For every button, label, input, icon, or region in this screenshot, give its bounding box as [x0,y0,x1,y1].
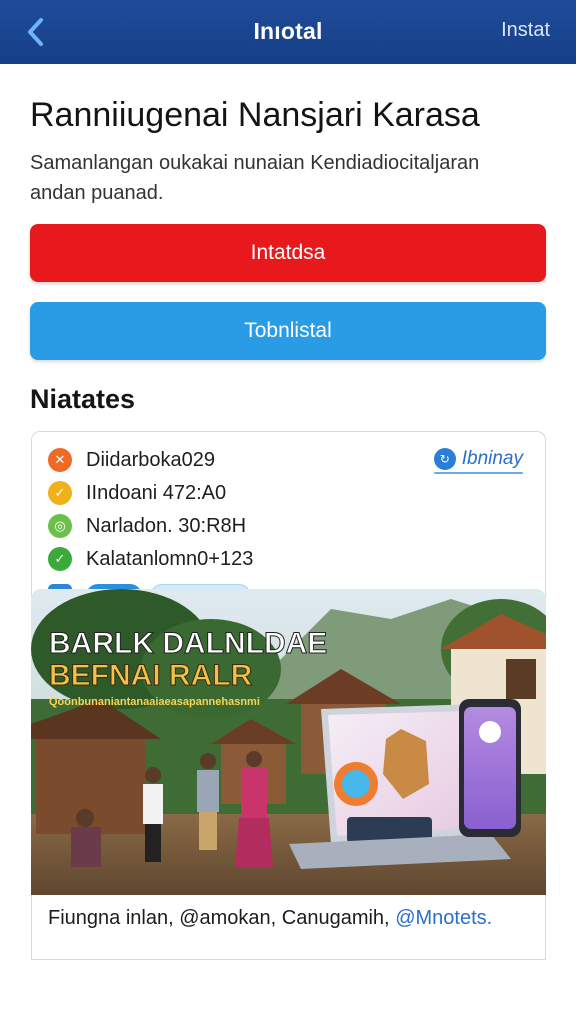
main-subtitle: Samanlangan oukakai nunaian Kendiadiocit… [30,152,480,204]
image-caption: Fiungna inlan, @amokan, Canugamih, @Mnot… [31,895,546,960]
banner-line-1: BARLK DALNLDAE [49,627,327,660]
page-title: Inıotal [253,18,323,44]
list-item-text: Diidarboka029 [86,448,215,471]
list-item: ◎ Narladon. 30:R8H [48,512,246,540]
primary-install-button[interactable]: Intatdsa [30,224,546,282]
promo-illustration: BARLK DALNLDAE BEFNAI RALR Qoonbunaniant… [31,589,546,895]
banner-line-3: Qoonbunaniantanaaiaeasapannehasnmi [49,696,260,708]
promo-image[interactable]: BARLK DALNLDAE BEFNAI RALR Qoonbunaniant… [31,589,546,895]
refresh-icon: ↻ [433,448,456,470]
top-bar: Inıotal Instat [0,0,576,64]
install-action-link[interactable]: Instat [501,19,550,42]
main-heading: Ranniiugenai Nansjari Karasa [30,96,480,134]
card-link[interactable]: ↻ Ibninay [433,448,523,474]
list-item-text: Narladon. 30:R8H [86,514,247,537]
check-icon: ✓ [48,481,72,505]
section-title: Niatates [30,384,136,414]
list-item: ✕ Diidarboka029 [48,446,215,474]
list-item: ✓ IIndoani 472:A0 [48,479,226,507]
badge-icon: ✕ [48,448,72,472]
secondary-install-button[interactable]: Tobnlistal [30,302,546,360]
list-item-text: IIndoani 472:A0 [86,481,227,504]
leaf-icon: ◎ [48,514,72,538]
caption-text: Fiungna inlan, @amokan, Canugamih, [48,907,390,929]
list-item: ✓ Kalatanlomn0+123 [48,545,253,573]
list-item-text: Kalatanlomn0+123 [86,547,254,570]
phone-illustration [459,699,521,837]
banner-line-2: BEFNAI RALR [49,659,253,692]
link-underline [433,472,523,474]
card-link-label: Ibninay [461,448,523,469]
caption-tag-link[interactable]: @Mnotets. [395,907,492,929]
check-circle-icon: ✓ [48,547,72,571]
